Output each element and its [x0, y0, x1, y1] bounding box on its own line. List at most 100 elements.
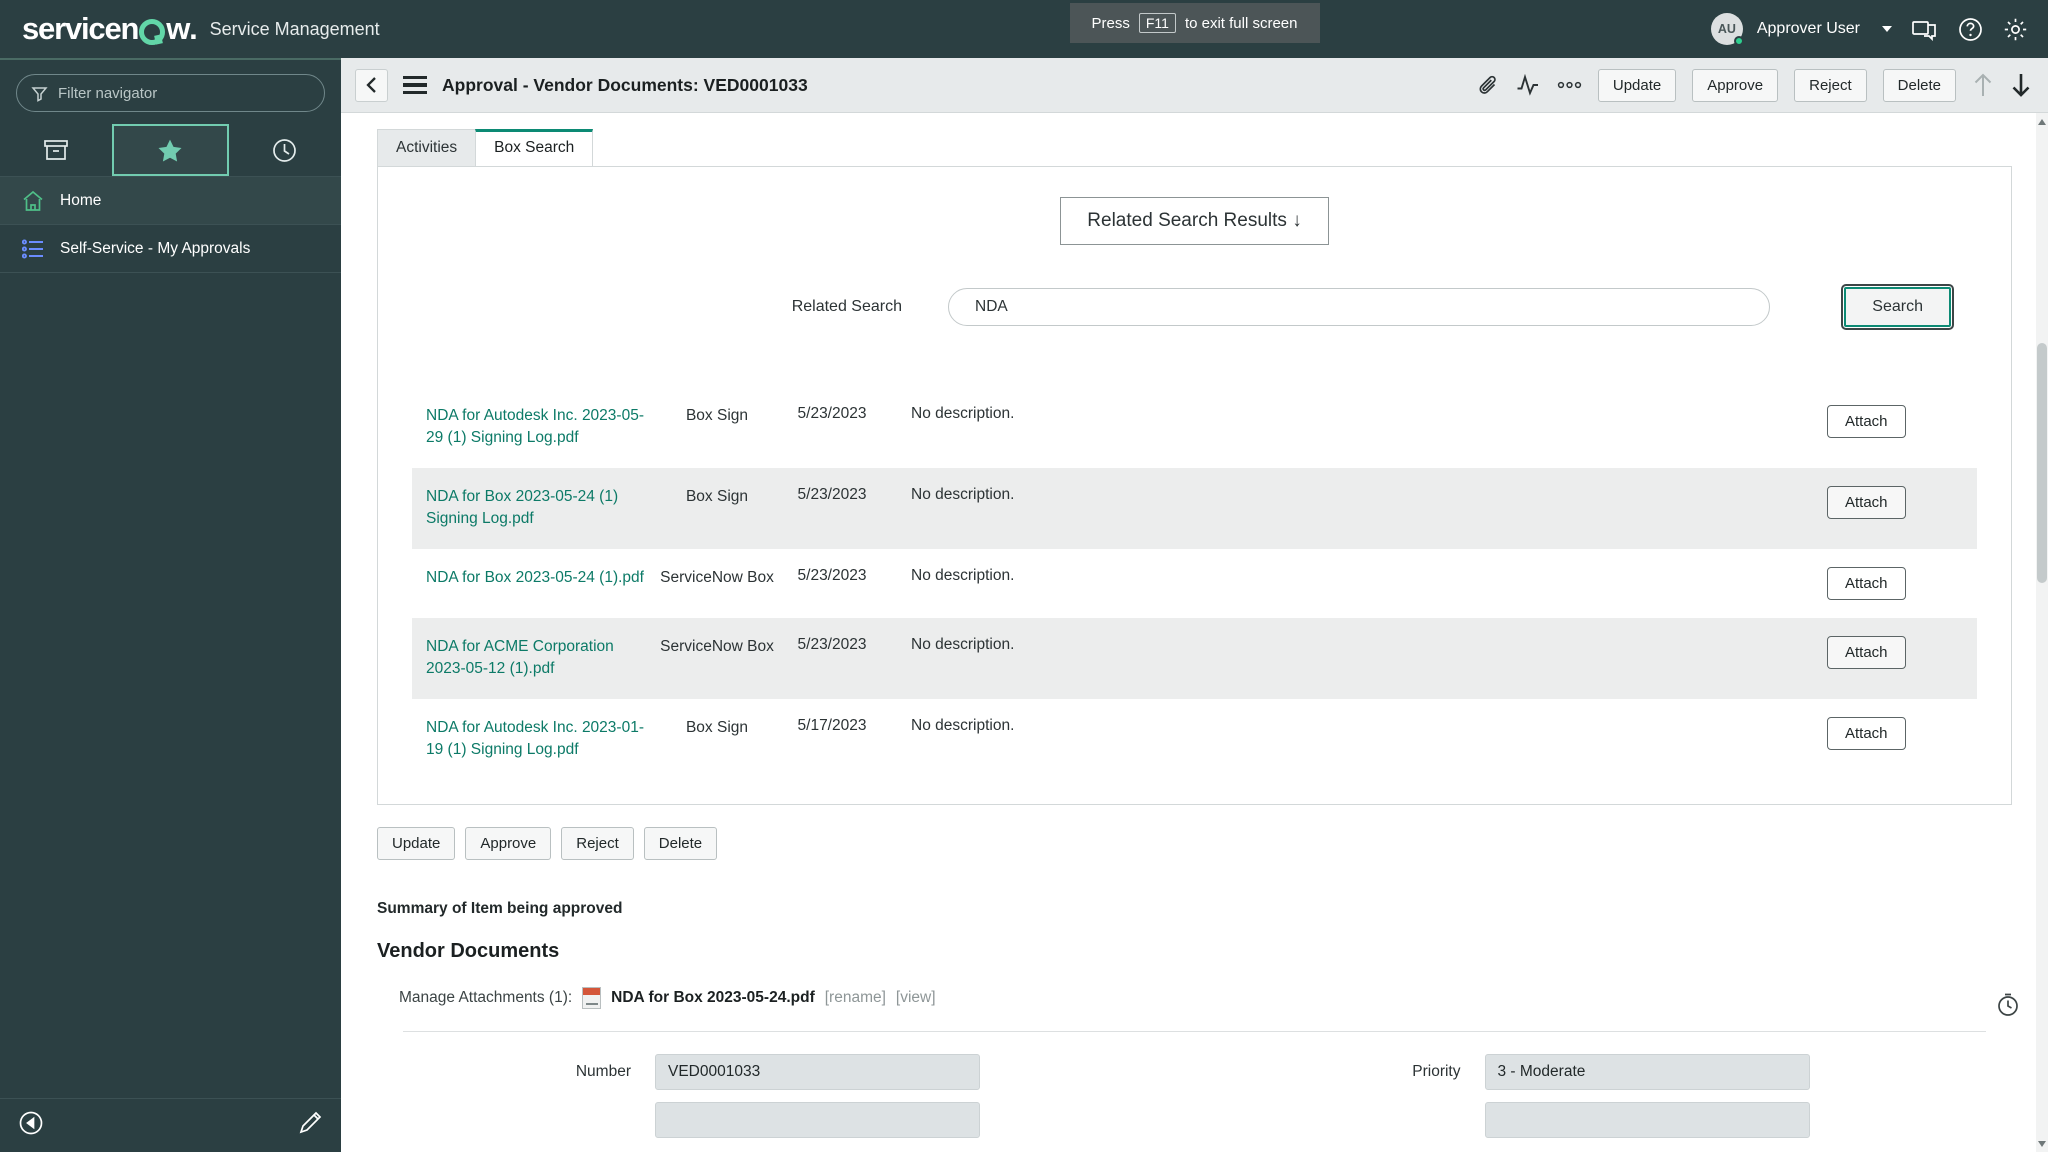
- result-action-cell: Attach: [1827, 716, 1977, 750]
- result-action-cell: Attach: [1827, 566, 1977, 600]
- form-header-bar: Press F11 to exit full screen Approval -…: [341, 3, 2048, 113]
- summary-label: Summary of Item being approved: [377, 899, 623, 917]
- collapse-left-icon[interactable]: [18, 1110, 44, 1141]
- sla-timer-icon[interactable]: [1996, 993, 2020, 1022]
- back-button[interactable]: [355, 68, 388, 102]
- delete-button-header[interactable]: Delete: [1882, 68, 1956, 102]
- result-description: No description.: [911, 405, 1015, 422]
- field-row-priority: Priority: [1195, 1053, 2025, 1090]
- manage-attachments-label: Manage Attachments (1):: [399, 988, 573, 1006]
- more-options-icon[interactable]: [1557, 81, 1582, 89]
- sidebar-item-home[interactable]: Home: [0, 177, 341, 225]
- activity-stream-icon[interactable]: [1516, 74, 1541, 96]
- sidebar-tab-strip: [0, 124, 341, 176]
- related-search-results-button[interactable]: Related Search Results ↓: [1060, 197, 1329, 245]
- section-title-vendor-documents: Vendor Documents: [377, 939, 560, 962]
- attach-button[interactable]: Attach: [1827, 716, 1906, 750]
- all-applications-tab[interactable]: [0, 124, 112, 176]
- result-action-cell: Attach: [1827, 485, 1977, 519]
- form-fields-right-column: Priority: [1195, 1053, 2025, 1150]
- history-tab[interactable]: [229, 124, 341, 176]
- tab-activities[interactable]: Activities: [377, 129, 477, 166]
- field-row-number: Number: [365, 1053, 1195, 1090]
- attachment-paperclip-icon[interactable]: [1477, 74, 1500, 97]
- next-field-left[interactable]: [655, 1101, 980, 1138]
- logo-text-servicen: servicen: [22, 11, 139, 46]
- form-header-actions: Update Approve Reject Delete: [1477, 68, 2032, 102]
- next-field-right[interactable]: [1484, 1101, 1810, 1138]
- view-attachment-link[interactable]: [view]: [896, 989, 936, 1007]
- chevron-down-icon[interactable]: [1882, 26, 1892, 32]
- related-search-input[interactable]: [948, 288, 1771, 326]
- favorites-tab[interactable]: [112, 124, 229, 176]
- online-status-dot: [1733, 36, 1744, 46]
- table-row: NDA for Box 2023-05-24 (1).pdf ServiceNo…: [412, 549, 1977, 618]
- search-button[interactable]: Search: [1841, 284, 1954, 330]
- approve-button-header[interactable]: Approve: [1692, 68, 1779, 102]
- attachment-file-name[interactable]: NDA for Box 2023-05-24.pdf: [611, 989, 815, 1007]
- reject-button-header[interactable]: Reject: [1794, 68, 1867, 102]
- sidebar-nav-list: Home Self-Service - My Approvals: [0, 176, 341, 273]
- gear-icon[interactable]: [2003, 17, 2028, 42]
- result-source: Box Sign: [685, 718, 749, 736]
- arrow-down-icon[interactable]: [2010, 72, 2032, 98]
- priority-field[interactable]: [1484, 1053, 1810, 1090]
- top-bar-right-cluster: AU Approver User: [1710, 0, 2028, 58]
- attach-button[interactable]: Attach: [1827, 405, 1906, 438]
- form-tab-strip: Activities Box Search: [377, 129, 2024, 166]
- result-date: 5/23/2023: [797, 405, 867, 422]
- tab-box-search-label: Box Search: [494, 139, 575, 156]
- approve-button[interactable]: Approve: [465, 826, 552, 860]
- attach-button[interactable]: Attach: [1827, 635, 1906, 669]
- result-file-link[interactable]: NDA for Box 2023-05-24 (1) Signing Log.p…: [412, 486, 657, 531]
- left-sidebar: Home Self-Service - My Approvals: [0, 58, 341, 1152]
- logo-dot: .: [189, 11, 198, 46]
- form-fields-left-column: Number: [365, 1053, 1195, 1150]
- result-action-cell: Attach: [1827, 405, 1977, 438]
- fullscreen-toast-key: F11: [1138, 13, 1176, 33]
- chat-icon[interactable]: [1912, 17, 1938, 41]
- help-icon[interactable]: [1958, 17, 1983, 42]
- attach-button[interactable]: Attach: [1827, 485, 1906, 519]
- update-button[interactable]: Update: [377, 826, 456, 860]
- table-row: NDA for Box 2023-05-24 (1) Signing Log.p…: [412, 467, 1977, 549]
- main-content-area: Press F11 to exit full screen Approval -…: [341, 3, 2048, 1152]
- update-button-header[interactable]: Update: [1597, 68, 1677, 102]
- result-file-link[interactable]: NDA for Autodesk Inc. 2023-05-29 (1) Sig…: [412, 405, 657, 450]
- filter-navigator[interactable]: [16, 74, 325, 112]
- delete-button[interactable]: Delete: [643, 826, 718, 860]
- scroll-down-arrow[interactable]: [2036, 1136, 2048, 1150]
- result-date: 5/17/2023: [797, 716, 867, 734]
- list-icon: [22, 238, 43, 259]
- number-field[interactable]: [655, 1053, 980, 1090]
- page-title: Approval - Vendor Documents: VED0001033: [442, 74, 808, 95]
- tab-box-search[interactable]: Box Search: [475, 129, 594, 166]
- pencil-icon[interactable]: [297, 1110, 323, 1141]
- table-row: NDA for Autodesk Inc. 2023-01-19 (1) Sig…: [412, 699, 1977, 780]
- rename-attachment-link[interactable]: [rename]: [825, 989, 886, 1007]
- form-fields: Number Priority: [365, 1032, 2024, 1150]
- related-search-label: Related Search: [791, 298, 902, 315]
- scrollbar-thumb[interactable]: [2037, 343, 2047, 583]
- scroll-up-arrow[interactable]: [2036, 115, 2048, 129]
- vertical-scrollbar[interactable]: [2036, 113, 2048, 1152]
- fullscreen-toast: Press F11 to exit full screen: [1069, 3, 1320, 43]
- result-file-link[interactable]: NDA for Box 2023-05-24 (1).pdf: [412, 567, 657, 589]
- result-file-link[interactable]: NDA for ACME Corporation 2023-05-12 (1).…: [412, 636, 657, 681]
- arrow-up-icon[interactable]: [1972, 72, 1994, 98]
- search-results-table: NDA for Autodesk Inc. 2023-05-29 (1) Sig…: [412, 387, 1977, 780]
- filter-navigator-input[interactable]: [58, 84, 310, 102]
- hamburger-menu-icon[interactable]: [400, 73, 430, 98]
- related-search-row: Related Search Search: [378, 284, 2011, 330]
- result-file-link[interactable]: NDA for Autodesk Inc. 2023-01-19 (1) Sig…: [412, 717, 657, 762]
- sidebar-item-self-service-my-approvals[interactable]: Self-Service - My Approvals: [0, 225, 341, 273]
- tab-activities-label: Activities: [396, 139, 458, 156]
- result-description: No description.: [911, 566, 1015, 584]
- avatar[interactable]: AU: [1710, 13, 1744, 46]
- reject-button[interactable]: Reject: [561, 826, 634, 860]
- archive-box-icon: [44, 140, 69, 160]
- top-navigation-bar: servicen w. Service Management AU Approve…: [0, 0, 2048, 58]
- user-name-label[interactable]: Approver User: [1757, 20, 1860, 38]
- servicenow-logo[interactable]: servicen w.: [22, 11, 198, 47]
- attach-button[interactable]: Attach: [1827, 566, 1906, 600]
